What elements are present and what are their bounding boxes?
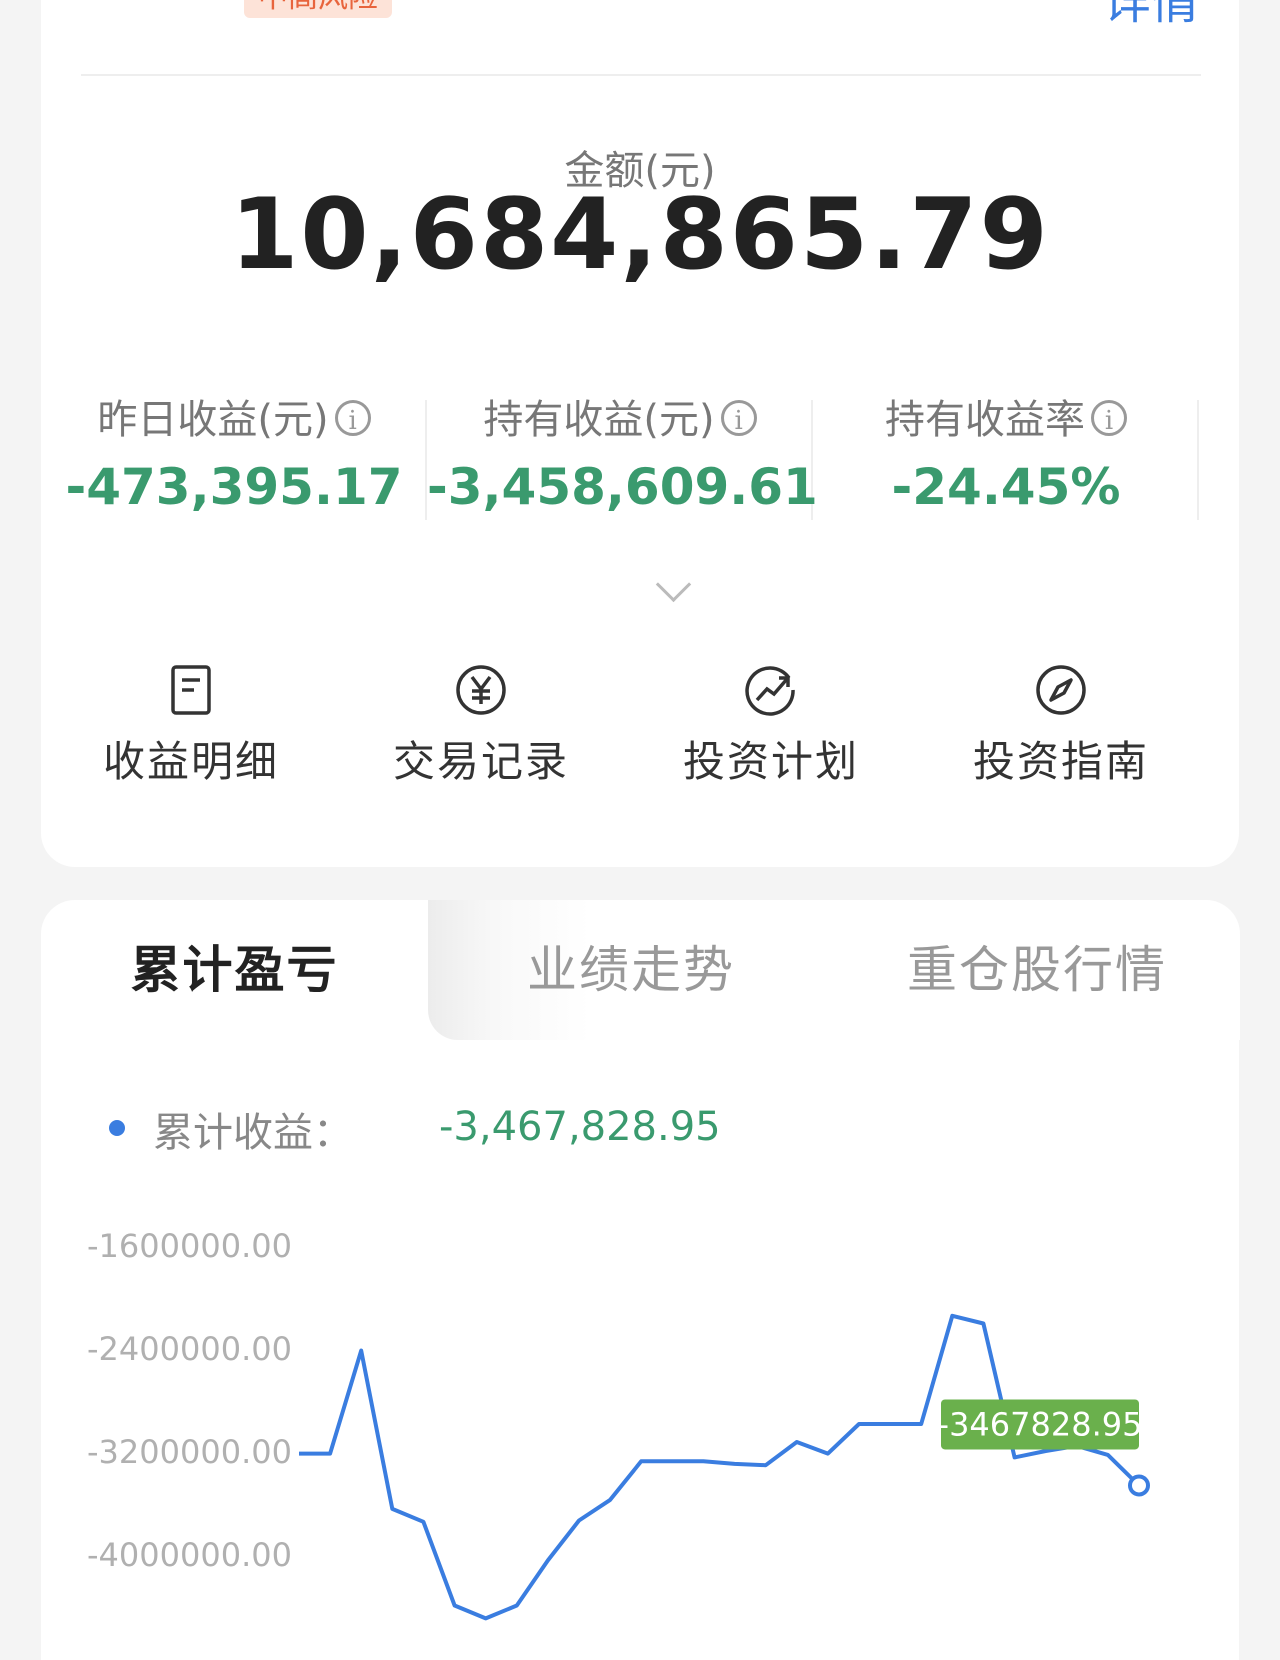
legend-label: 累计收益： xyxy=(153,1110,353,1156)
compass-icon xyxy=(1036,665,1086,715)
stat-label: 持有收益(元) xyxy=(483,397,715,443)
action-label: 收益明细 xyxy=(102,737,279,786)
stat-value: -473,395.17 xyxy=(65,458,403,516)
action-label: 投资计划 xyxy=(682,737,859,786)
stats-row: 昨日收益(元) -473,395.17 持有收益(元) -3,458,609.6… xyxy=(41,392,1239,522)
performance-card: 累计盈亏 业绩走势 重仓股行情 累计收益： -3,467,828.95 -160… xyxy=(41,900,1240,1660)
info-icon[interactable] xyxy=(720,393,757,449)
chevron-down-icon[interactable] xyxy=(655,566,692,603)
info-icon[interactable] xyxy=(334,393,371,449)
y-tick-label: -4000000.00 xyxy=(87,1536,292,1574)
divider xyxy=(81,74,1201,76)
stat-label: 昨日收益(元) xyxy=(97,397,329,443)
yen-circle-icon xyxy=(456,665,506,715)
action-income-detail[interactable]: 收益明细 xyxy=(41,662,341,789)
stat-holding-income: 持有收益(元) -3,458,609.61 xyxy=(427,392,818,522)
trend-up-icon xyxy=(745,666,795,716)
tab-performance-trend[interactable]: 业绩走势 xyxy=(428,900,834,1040)
value-tooltip: -3467828.95 xyxy=(938,1399,1143,1450)
action-label: 交易记录 xyxy=(392,737,569,786)
amount-value: 10,684,865.79 xyxy=(230,178,1050,292)
action-invest-guide[interactable]: 投资指南 xyxy=(911,662,1211,789)
stat-value: -3,458,609.61 xyxy=(427,458,818,516)
action-label: 投资指南 xyxy=(972,737,1149,786)
y-tick-label: -3200000.00 xyxy=(87,1433,292,1471)
action-invest-plan[interactable]: 投资计划 xyxy=(621,662,921,789)
tab-cumulative-pnl[interactable]: 累计盈亏 xyxy=(41,900,428,1040)
detail-link[interactable]: 详情 xyxy=(1103,0,1199,32)
tab-top-holdings[interactable]: 重仓股行情 xyxy=(834,900,1240,1040)
stat-value: -24.45% xyxy=(891,458,1121,516)
tab-bar: 累计盈亏 业绩走势 重仓股行情 xyxy=(41,900,1239,1040)
stat-holding-rate: 持有收益率 -24.45% xyxy=(813,392,1199,522)
tooltip-text: -3467828.95 xyxy=(938,1405,1143,1443)
document-icon xyxy=(171,665,211,715)
action-trade-records[interactable]: 交易记录 xyxy=(331,662,631,789)
fund-summary-card: 中高风险 详情 金额(元) 10,684,865.79 昨日收益(元) -473… xyxy=(41,0,1239,867)
risk-badge: 中高风险 xyxy=(244,0,392,18)
info-icon[interactable] xyxy=(1091,393,1127,449)
y-tick-label: -2400000.00 xyxy=(87,1330,292,1368)
stat-label: 持有收益率 xyxy=(885,397,1085,443)
stat-yesterday-income: 昨日收益(元) -473,395.17 xyxy=(41,392,427,522)
action-row: 收益明细 交易记录 投资计划 投资指南 xyxy=(41,662,1239,802)
series-line xyxy=(299,1313,1141,1621)
legend-value: -3,467,828.95 xyxy=(439,1104,721,1150)
legend-dot-icon xyxy=(109,1120,125,1136)
last-point-marker[interactable] xyxy=(1128,1474,1150,1497)
cumulative-pnl-chart[interactable]: -1600000.00 -2400000.00 -3200000.00 -400000… xyxy=(41,1200,1239,1660)
y-tick-label: -1600000.00 xyxy=(87,1227,292,1265)
